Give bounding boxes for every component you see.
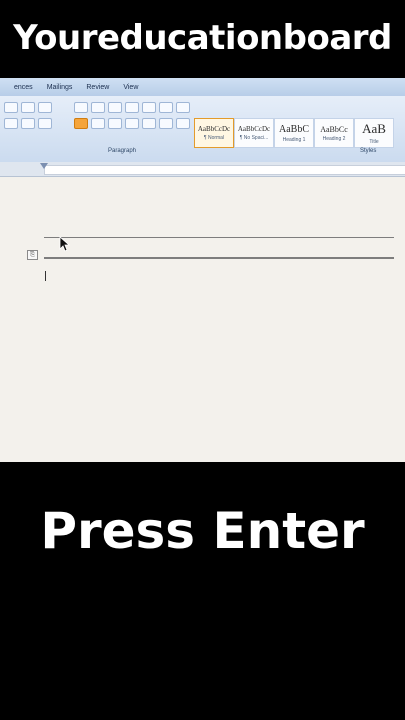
tab-references[interactable]: ences — [14, 84, 33, 91]
borders-button[interactable] — [176, 118, 190, 129]
tab-view[interactable]: View — [123, 84, 138, 91]
decrease-indent-button[interactable] — [125, 102, 139, 113]
style-sample: AaB — [362, 121, 386, 136]
justify-button[interactable] — [125, 118, 139, 129]
style-name: Title — [369, 139, 379, 145]
mouse-pointer-icon — [59, 236, 71, 252]
clear-format-button[interactable] — [38, 102, 52, 113]
paragraph-toolbar-row — [74, 102, 190, 113]
horizontal-line — [44, 237, 394, 238]
line-spacing-button[interactable] — [142, 118, 156, 129]
style-name: Heading 2 — [322, 135, 346, 142]
style-sample: AaBbCc — [320, 124, 348, 134]
style-title[interactable]: AaB Title — [354, 118, 394, 148]
document-page[interactable]: ⎘ — [0, 177, 405, 462]
align-left-button[interactable] — [74, 118, 88, 129]
show-marks-button[interactable] — [176, 102, 190, 113]
tab-review[interactable]: Review — [86, 84, 109, 91]
style-no-spacing[interactable]: AaBbCcDc ¶ No Spaci... — [234, 118, 274, 148]
align-center-button[interactable] — [91, 118, 105, 129]
highlight-button[interactable] — [4, 118, 18, 129]
ruler-track — [44, 165, 405, 175]
ribbon-tab-bar: ences Mailings Review View — [0, 78, 405, 96]
word-window-photo: ences Mailings Review View Paragraph AaB… — [0, 78, 405, 462]
indent-marker[interactable] — [40, 163, 48, 169]
font-toolbar-row — [4, 102, 52, 113]
paragraph-toolbar-row-2 — [74, 118, 190, 129]
shading-button[interactable] — [159, 118, 173, 129]
top-caption: Youreducationboard — [13, 18, 392, 58]
font-color-a-button[interactable] — [38, 118, 52, 129]
style-heading-2[interactable]: AaBbCc Heading 2 — [314, 118, 354, 148]
multilevel-list-button[interactable] — [108, 102, 122, 113]
grow-font-button[interactable] — [21, 102, 35, 113]
font-color-button[interactable] — [21, 118, 35, 129]
font-size-dropdown[interactable] — [4, 102, 18, 113]
bottom-caption: Press Enter — [40, 502, 365, 560]
align-right-button[interactable] — [108, 118, 122, 129]
sort-button[interactable] — [159, 102, 173, 113]
paste-options-icon[interactable]: ⎘ — [27, 250, 38, 260]
tab-mailings[interactable]: Mailings — [47, 84, 73, 91]
horizontal-line — [44, 257, 394, 259]
paragraph-group-label: Paragraph — [108, 148, 137, 154]
styles-group-label: Styles — [360, 148, 377, 154]
style-sample: AaBbC — [279, 123, 309, 135]
font-toolbar-row-2 — [4, 118, 52, 129]
text-caret — [45, 271, 46, 281]
style-sample: AaBbCcDc — [197, 125, 231, 133]
increase-indent-button[interactable] — [142, 102, 156, 113]
numbering-button[interactable] — [91, 102, 105, 113]
style-name: Heading 1 — [282, 136, 306, 143]
ribbon: Paragraph AaBbCcDc ¶ Normal AaBbCcDc ¶ N… — [0, 96, 405, 163]
style-normal[interactable]: AaBbCcDc ¶ Normal — [194, 118, 234, 148]
ruler[interactable] — [0, 162, 405, 177]
style-name: ¶ Normal — [203, 135, 225, 141]
style-heading-1[interactable]: AaBbC Heading 1 — [274, 118, 314, 148]
style-name: ¶ No Spaci... — [239, 135, 269, 141]
bullets-button[interactable] — [74, 102, 88, 113]
style-sample: AaBbCcDc — [237, 125, 271, 133]
